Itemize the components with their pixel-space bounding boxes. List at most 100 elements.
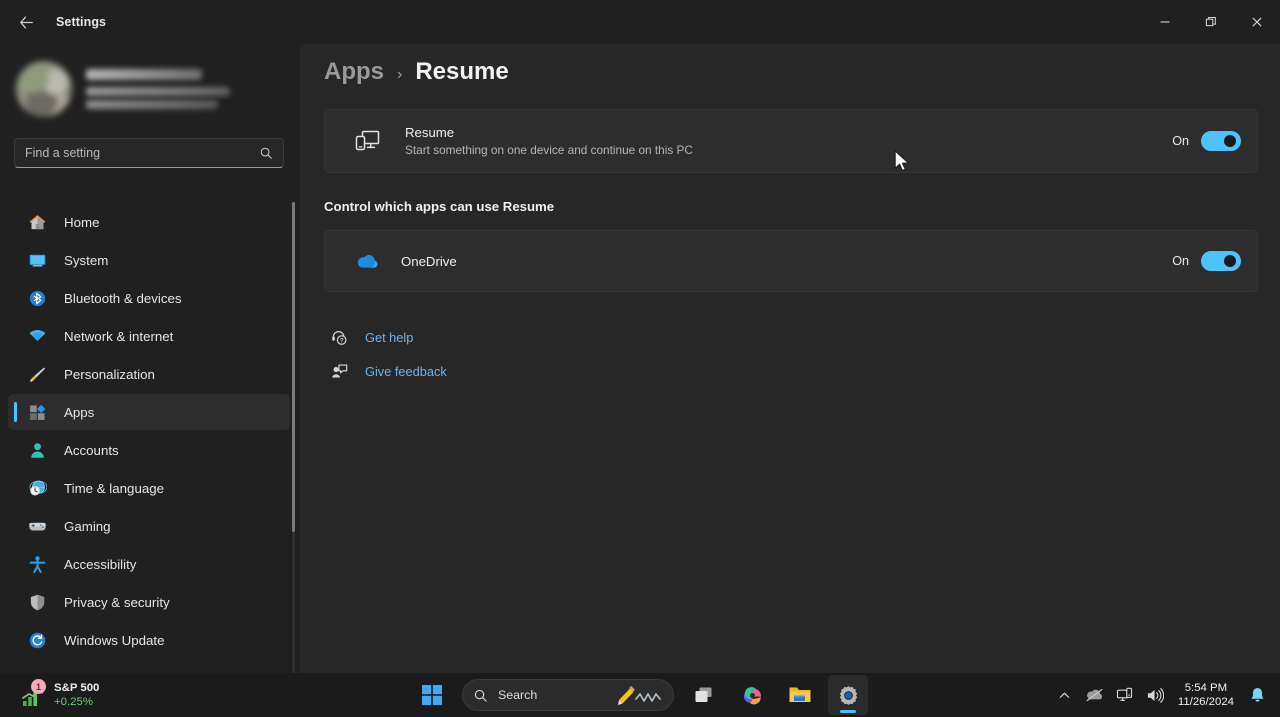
minimize-button[interactable] (1142, 0, 1188, 44)
pencil-squiggle-icon (617, 685, 663, 705)
app-row-onedrive[interactable]: OneDrive On (324, 230, 1258, 292)
bluetooth-icon (26, 287, 48, 309)
breadcrumb: Apps › Resume (300, 44, 1280, 86)
sidebar-item-personalization[interactable]: Personalization (8, 356, 290, 392)
sidebar-item-label: Apps (64, 404, 95, 420)
sidebar-item-apps[interactable]: Apps (8, 394, 290, 430)
sidebar-item-label: Personalization (64, 366, 155, 382)
apps-icon (26, 401, 48, 423)
sidebar-item-label: System (64, 252, 109, 268)
copilot-button[interactable] (732, 675, 772, 715)
close-icon (1252, 17, 1262, 27)
taskbar-widget-stocks[interactable]: 1 S&P 500 +0.25% (14, 675, 105, 715)
feedback-icon (329, 363, 349, 380)
breadcrumb-separator: › (397, 66, 403, 83)
wifi-icon (26, 325, 48, 347)
onedrive-toggle-label: On (1172, 254, 1189, 268)
start-button[interactable] (412, 675, 452, 715)
stocks-icon: 1 (20, 679, 48, 709)
system-icon (26, 249, 48, 271)
bell-icon[interactable] (1244, 679, 1270, 711)
copilot-icon (743, 686, 761, 704)
accessibility-icon (26, 553, 48, 575)
sidebar-item-label: Gaming (64, 518, 111, 534)
toggle-knob (1224, 255, 1236, 267)
resume-setting-card[interactable]: Resume Start something on one device and… (324, 109, 1258, 173)
widget-delta: +0.25% (54, 696, 93, 708)
sidebar: Home System (0, 44, 300, 682)
taskbar-search[interactable]: Search (462, 679, 674, 711)
onedrive-toggle-switch[interactable] (1201, 251, 1241, 271)
sidebar-item-time-language[interactable]: Time & language (8, 470, 290, 506)
sidebar-item-windows-update[interactable]: Windows Update (8, 622, 290, 658)
home-icon (26, 211, 48, 233)
sidebar-scrollbar-thumb[interactable] (292, 202, 295, 532)
give-feedback-link[interactable]: Give feedback (365, 364, 447, 379)
give-feedback-row[interactable]: Give feedback (324, 356, 1280, 386)
title-bar: Settings (0, 0, 1280, 44)
sidebar-item-label: Time & language (64, 480, 165, 496)
account-text (86, 69, 230, 109)
paintbrush-icon (26, 363, 48, 385)
shield-icon (26, 591, 48, 613)
get-help-link[interactable]: Get help (365, 330, 413, 345)
sidebar-item-accounts[interactable]: Accounts (8, 432, 290, 468)
resume-toggle-switch[interactable] (1201, 131, 1241, 151)
sidebar-item-system[interactable]: System (8, 242, 290, 278)
sidebar-item-accessibility[interactable]: Accessibility (8, 546, 290, 582)
sidebar-item-privacy-security[interactable]: Privacy & security (8, 584, 290, 620)
restore-button[interactable] (1188, 0, 1234, 44)
clock-time: 5:54 PM (1184, 681, 1228, 694)
resume-toggle-label: On (1172, 134, 1189, 148)
gear-icon (839, 685, 857, 705)
resume-toggle-group[interactable]: On (1172, 131, 1241, 151)
sidebar-item-network[interactable]: Network & internet (8, 318, 290, 354)
window-title: Settings (56, 15, 107, 29)
breadcrumb-parent[interactable]: Apps (324, 58, 384, 86)
back-arrow-icon (19, 16, 33, 28)
clock-globe-icon (26, 477, 48, 499)
search-input[interactable] (15, 146, 259, 160)
taskbar-clock[interactable]: 5:54 PM 11/26/2024 (1178, 681, 1234, 710)
search-box[interactable] (14, 138, 284, 168)
sidebar-scrollbar[interactable] (292, 202, 295, 682)
sidebar-item-label: Bluetooth & devices (64, 290, 182, 306)
person-icon (26, 439, 48, 461)
onedrive-toggle-group[interactable]: On (1172, 251, 1241, 271)
task-view-button[interactable] (684, 675, 724, 715)
help-icon: ? (329, 329, 349, 346)
back-button[interactable] (6, 6, 46, 38)
get-help-row[interactable]: ? Get help (324, 322, 1280, 352)
sidebar-item-label: Windows Update (64, 632, 165, 648)
sidebar-item-label: Accounts (64, 442, 119, 458)
account-name-redacted (86, 69, 202, 80)
settings-window: Settings Find a setting Home System Blue… (0, 0, 1280, 717)
sidebar-item-label: Privacy & security (64, 594, 170, 610)
resume-card-subtitle: Start something on one device and contin… (405, 143, 693, 157)
main-content: Apps › Resume Resume Start something on … (300, 44, 1280, 673)
account-email-redacted (86, 87, 230, 96)
settings-taskbar-button[interactable] (828, 675, 868, 715)
file-explorer-button[interactable] (780, 675, 820, 715)
clock-date: 11/26/2024 (1177, 696, 1234, 708)
help-links: ? Get help Give feedback (324, 322, 1280, 386)
section-title: Control which apps can use Resume (324, 199, 555, 214)
onedrive-offline-icon[interactable] (1082, 679, 1108, 711)
chevron-up-icon[interactable] (1052, 679, 1078, 711)
close-button[interactable] (1234, 0, 1280, 44)
sidebar-item-gaming[interactable]: Gaming (8, 508, 290, 544)
search-icon (259, 146, 273, 160)
svg-text:?: ? (339, 338, 343, 344)
network-icon[interactable] (1112, 679, 1138, 711)
notification-badge: 1 (31, 679, 46, 694)
volume-icon[interactable] (1142, 679, 1168, 711)
task-view-icon (695, 687, 712, 702)
taskbar-search-placeholder: Search (498, 688, 538, 702)
widget-text: S&P 500 +0.25% (54, 681, 99, 710)
sidebar-item-bluetooth[interactable]: Bluetooth & devices (8, 280, 290, 316)
widget-name: S&P 500 (54, 681, 100, 694)
onedrive-cloud-icon (355, 252, 385, 270)
account-profile[interactable] (0, 44, 300, 122)
sidebar-item-home[interactable]: Home (8, 204, 290, 240)
taskbar-center: Search (408, 675, 872, 715)
